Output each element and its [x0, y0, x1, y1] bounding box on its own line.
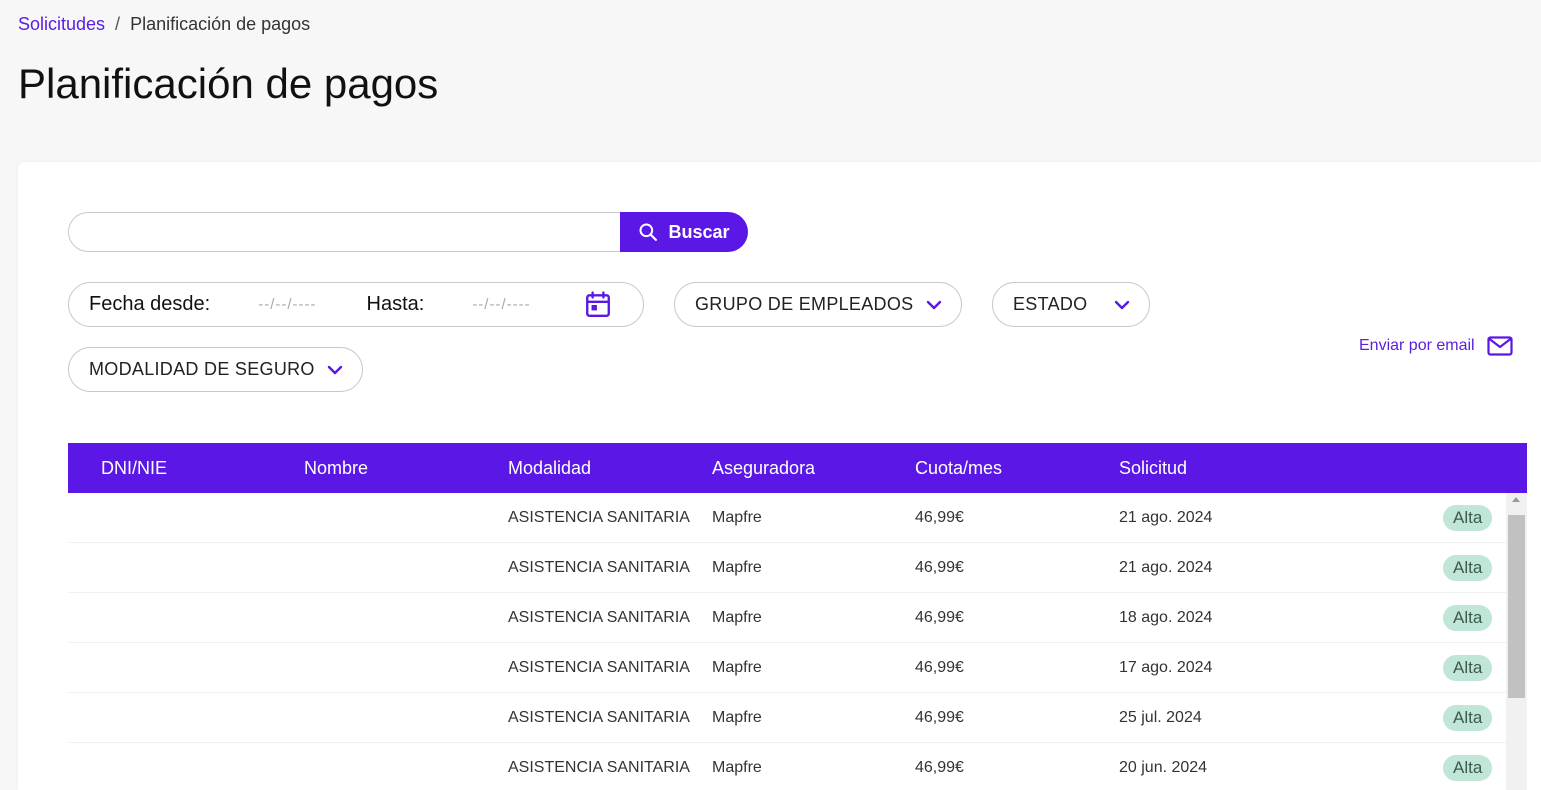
cell-aseguradora: Mapfre	[712, 758, 762, 776]
send-email-link[interactable]: Enviar por email	[1359, 336, 1513, 356]
table-scrollbar[interactable]	[1506, 493, 1527, 790]
cell-modalidad: ASISTENCIA SANITARIA	[508, 608, 690, 626]
table-row[interactable]: ASISTENCIA SANITARIA Mapfre 46,99€ 18 ag…	[68, 593, 1527, 643]
scroll-up-arrow[interactable]	[1512, 497, 1520, 502]
date-to-input[interactable]: --/--/----	[472, 296, 530, 313]
cell-solicitud: 18 ago. 2024	[1119, 608, 1213, 626]
date-range-filter: Fecha desde: --/--/---- Hasta: --/--/---…	[68, 282, 644, 327]
column-header-solicitud[interactable]: Solicitud	[1119, 458, 1359, 479]
date-from-input[interactable]: --/--/----	[258, 296, 316, 313]
cell-modalidad: ASISTENCIA SANITARIA	[508, 658, 690, 676]
page-title: Planificación de pagos	[18, 60, 439, 107]
breadcrumb-link-solicitudes[interactable]: Solicitudes	[18, 14, 105, 35]
search-input[interactable]	[68, 212, 620, 252]
cell-cuota: 46,99€	[915, 508, 964, 526]
modalidad-seguro-label: MODALIDAD DE SEGURO	[89, 359, 315, 379]
cell-aseguradora: Mapfre	[712, 608, 762, 626]
status-badge: Alta	[1443, 554, 1493, 581]
status-badge: Alta	[1443, 504, 1493, 531]
date-to-label: Hasta:	[366, 293, 425, 315]
estado-label: ESTADO	[1013, 294, 1088, 314]
cell-solicitud: 17 ago. 2024	[1119, 658, 1213, 676]
chevron-down-icon	[926, 300, 942, 309]
grupo-empleados-select[interactable]: GRUPO DE EMPLEADOS	[674, 282, 962, 327]
cell-solicitud: 20 jun. 2024	[1119, 758, 1208, 776]
cell-aseguradora: Mapfre	[712, 508, 762, 526]
status-badge: Alta	[1443, 604, 1493, 631]
cell-aseguradora: Mapfre	[712, 658, 762, 676]
cell-modalidad: ASISTENCIA SANITARIA	[508, 758, 690, 776]
search-button[interactable]: Buscar	[620, 212, 748, 252]
column-header-aseguradora[interactable]: Aseguradora	[712, 458, 915, 479]
mail-icon	[1487, 336, 1513, 356]
modalidad-seguro-select[interactable]: MODALIDAD DE SEGURO	[68, 347, 363, 392]
table-row[interactable]: ASISTENCIA SANITARIA Mapfre 46,99€ 25 ju…	[68, 693, 1527, 743]
payments-table: DNI/NIE Nombre Modalidad Aseguradora Cuo…	[68, 443, 1527, 790]
status-badge: Alta	[1443, 704, 1493, 731]
cell-aseguradora: Mapfre	[712, 708, 762, 726]
search-bar: Buscar	[68, 212, 748, 252]
column-header-dni[interactable]: DNI/NIE	[68, 458, 304, 479]
estado-select[interactable]: ESTADO	[992, 282, 1150, 327]
grupo-empleados-label: GRUPO DE EMPLEADOS	[695, 294, 914, 314]
table-row[interactable]: ASISTENCIA SANITARIA Mapfre 46,99€ 21 ag…	[68, 543, 1527, 593]
date-from-label: Fecha desde:	[89, 293, 211, 315]
chevron-down-icon	[327, 365, 343, 374]
table-header: DNI/NIE Nombre Modalidad Aseguradora Cuo…	[68, 443, 1527, 493]
cell-cuota: 46,99€	[915, 658, 964, 676]
table-body: ASISTENCIA SANITARIA Mapfre 46,99€ 21 ag…	[68, 493, 1527, 790]
cell-solicitud: 21 ago. 2024	[1119, 558, 1213, 576]
table-row[interactable]: ASISTENCIA SANITARIA Mapfre 46,99€ 17 ag…	[68, 643, 1527, 693]
cell-solicitud: 21 ago. 2024	[1119, 508, 1213, 526]
status-badge: Alta	[1443, 754, 1493, 781]
status-badge: Alta	[1443, 654, 1493, 681]
cell-modalidad: ASISTENCIA SANITARIA	[508, 558, 690, 576]
send-email-label: Enviar por email	[1359, 337, 1475, 354]
table-row[interactable]: ASISTENCIA SANITARIA Mapfre 46,99€ 21 ag…	[68, 493, 1527, 543]
cell-cuota: 46,99€	[915, 608, 964, 626]
chevron-down-icon	[1114, 300, 1130, 309]
breadcrumb-current: Planificación de pagos	[130, 14, 311, 34]
cell-modalidad: ASISTENCIA SANITARIA	[508, 508, 690, 526]
calendar-icon[interactable]	[585, 290, 611, 319]
cell-solicitud: 25 jul. 2024	[1119, 708, 1202, 726]
scrollbar-thumb[interactable]	[1508, 515, 1525, 698]
cell-cuota: 46,99€	[915, 708, 964, 726]
main-card: Buscar Fecha desde: --/--/---- Hasta: --…	[18, 162, 1541, 790]
cell-aseguradora: Mapfre	[712, 558, 762, 576]
cell-cuota: 46,99€	[915, 558, 964, 576]
cell-cuota: 46,99€	[915, 758, 964, 776]
search-icon	[639, 223, 658, 241]
breadcrumb-separator: /	[115, 14, 121, 34]
column-header-cuota[interactable]: Cuota/mes	[915, 458, 1119, 479]
search-button-label: Buscar	[668, 221, 730, 242]
breadcrumb: Solicitudes / Planificación de pagos	[18, 14, 310, 35]
column-header-nombre[interactable]: Nombre	[304, 458, 508, 479]
table-row[interactable]: ASISTENCIA SANITARIA Mapfre 46,99€ 20 ju…	[68, 743, 1527, 790]
column-header-modalidad[interactable]: Modalidad	[508, 458, 712, 479]
cell-modalidad: ASISTENCIA SANITARIA	[508, 708, 690, 726]
